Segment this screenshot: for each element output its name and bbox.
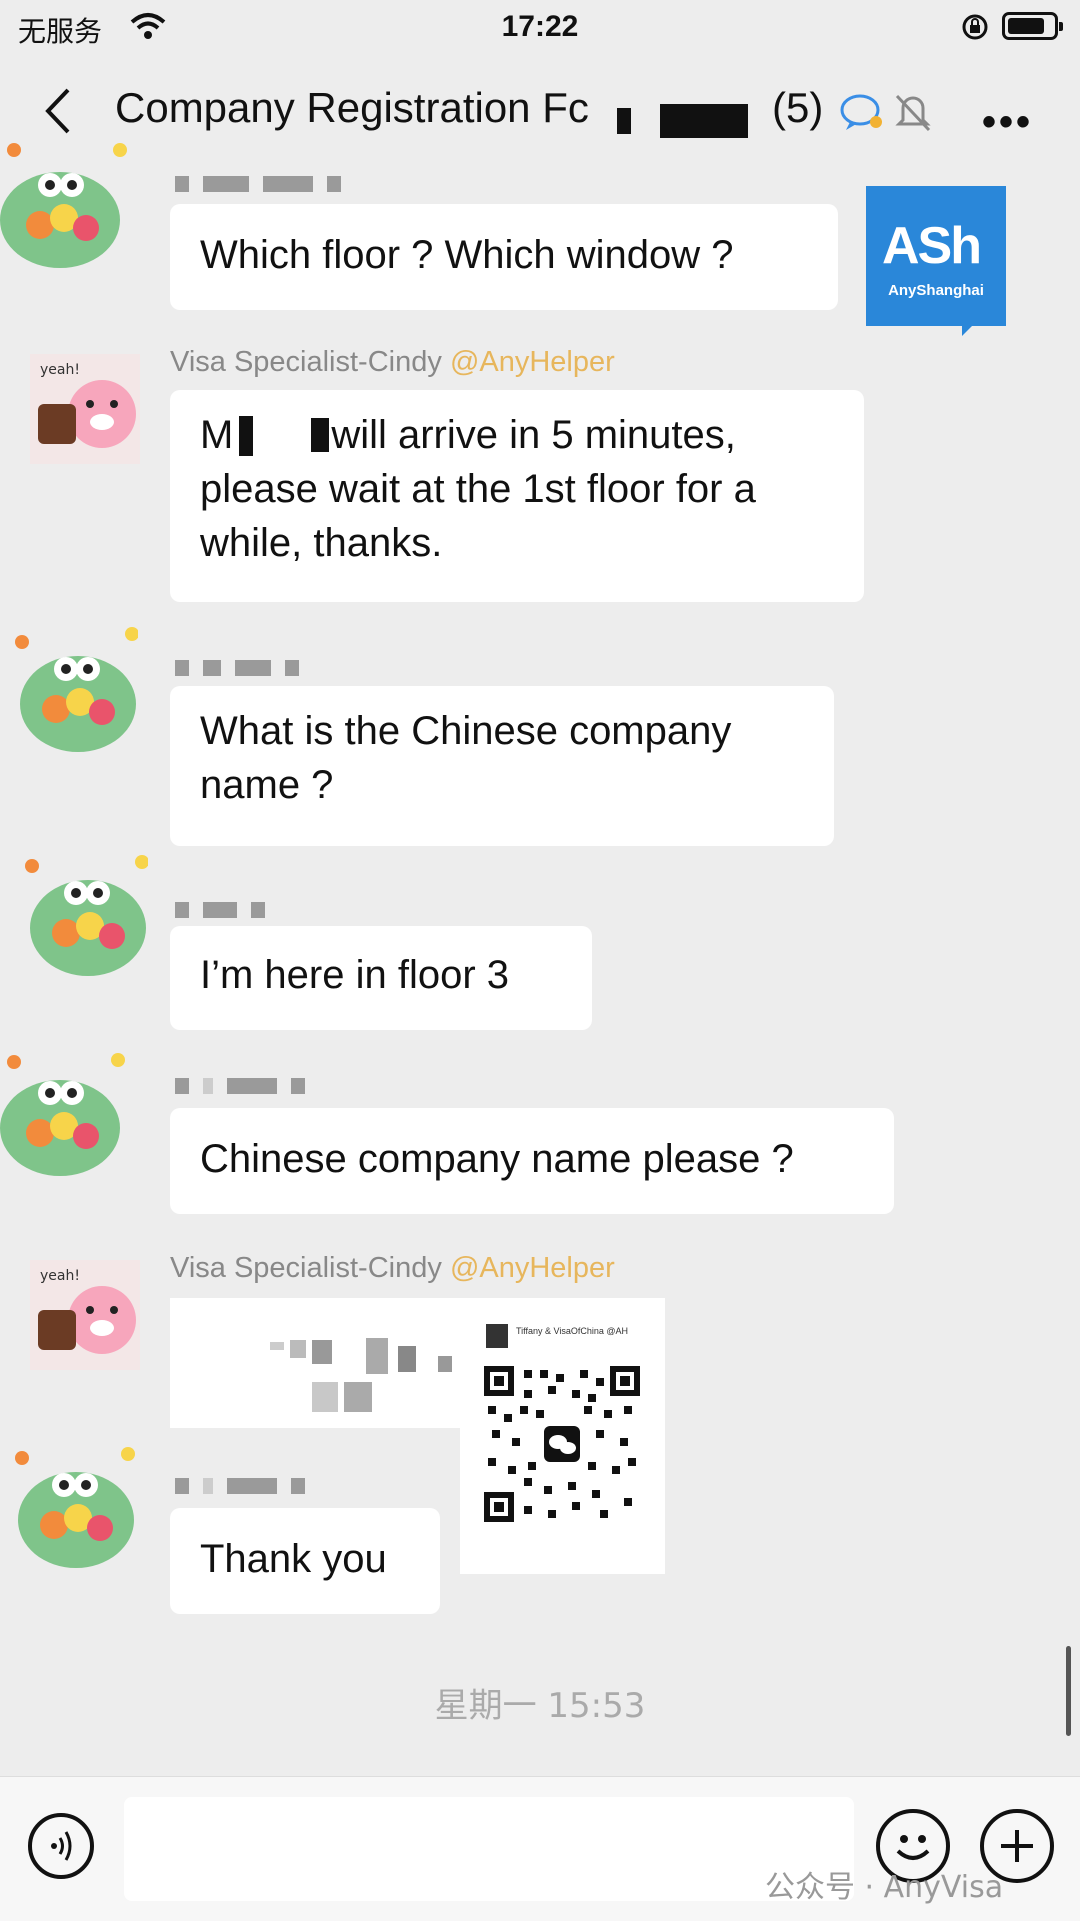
avatar[interactable]: yeah! [30, 354, 140, 464]
message-text: I’m here in floor 3 [200, 953, 510, 997]
sender-tag: @AnyHelper [449, 346, 615, 378]
scrollbar[interactable] [1066, 1646, 1071, 1736]
message-bubble[interactable]: Chinese company name please ? [170, 1108, 894, 1214]
qr-code-icon [484, 1366, 640, 1522]
chat-bubble-icon [840, 94, 882, 130]
message-text: M [200, 413, 234, 457]
battery-icon [1002, 12, 1063, 40]
sender-name: Visa Specialist-Cindy @AnyHelper [170, 346, 615, 378]
message-timestamp: 星期一 15:53 [434, 1686, 646, 1726]
message-text: What is the Chinese company [200, 709, 732, 753]
message-bubble[interactable]: Mwill arrive in 5 minutes, please wait a… [170, 390, 864, 602]
sender-name: Visa Specialist-Cindy @AnyHelper [170, 1252, 615, 1284]
anyshanghai-logo: ASh AnyShanghai [866, 186, 1006, 336]
redacted-sender-name [175, 660, 313, 676]
redacted-sender-name [175, 176, 355, 192]
avatar[interactable] [0, 1048, 130, 1178]
chat-header: Company Registration Fc (5) ••• [0, 56, 1080, 166]
message-text: name ? [200, 763, 334, 807]
qr-owner-name: Tiffany & VisaOfChina @AH [516, 1326, 629, 1336]
sender-tag: @AnyHelper [449, 1252, 615, 1284]
watermark: 公众号 · AnyVisa [765, 1870, 1004, 1905]
avatar[interactable] [8, 1440, 138, 1570]
message-text: Thank you [200, 1537, 387, 1581]
message-bubble[interactable]: Which floor ? Which window ? [170, 204, 838, 310]
redacted-sender-name [175, 1078, 319, 1094]
redaction-bar [660, 104, 748, 138]
svg-text:yeah!: yeah! [40, 1268, 80, 1284]
message-text: will arrive in 5 minutes, [331, 413, 736, 457]
avatar[interactable] [18, 848, 148, 978]
redaction-mark [617, 108, 631, 134]
message-bubble[interactable]: Thank you [170, 1508, 440, 1614]
logo-subtext: AnyShanghai [888, 282, 984, 299]
back-arrow-icon[interactable] [38, 86, 78, 136]
voice-icon [51, 1831, 72, 1861]
more-options-icon[interactable]: ••• [982, 100, 1033, 145]
message-text: please wait at the 1st floor for a [200, 467, 756, 511]
message-bubble[interactable]: I’m here in floor 3 [170, 926, 592, 1030]
avatar[interactable] [0, 140, 130, 270]
status-bar: 无服务 17:22 [0, 0, 1080, 56]
avatar[interactable] [8, 624, 138, 754]
avatar[interactable]: yeah! [30, 1260, 140, 1370]
blurred-image [170, 1298, 460, 1428]
message-text: Chinese company name please ? [200, 1137, 794, 1181]
chat-title: Company Registration Fc [115, 84, 589, 131]
message-text: Which floor ? Which window ? [200, 233, 734, 277]
message-bubble[interactable]: What is the Chinese company name ? [170, 686, 834, 846]
qr-code-card: Tiffany & VisaOfChina @AH [460, 1298, 665, 1574]
rotation-lock-icon [962, 14, 988, 40]
voice-input-button[interactable] [28, 1813, 94, 1879]
message-input[interactable] [124, 1797, 854, 1901]
message-text: while, thanks. [200, 521, 443, 565]
clock: 17:22 [501, 10, 579, 43]
redacted-sender-name [175, 902, 279, 918]
member-count: (5) [772, 84, 824, 131]
redacted-sender-name [175, 1478, 319, 1494]
svg-text:yeah!: yeah! [40, 362, 80, 378]
mute-bell-icon [895, 94, 931, 132]
pixelated-text [270, 1338, 452, 1412]
logo-text: ASh [882, 217, 982, 275]
